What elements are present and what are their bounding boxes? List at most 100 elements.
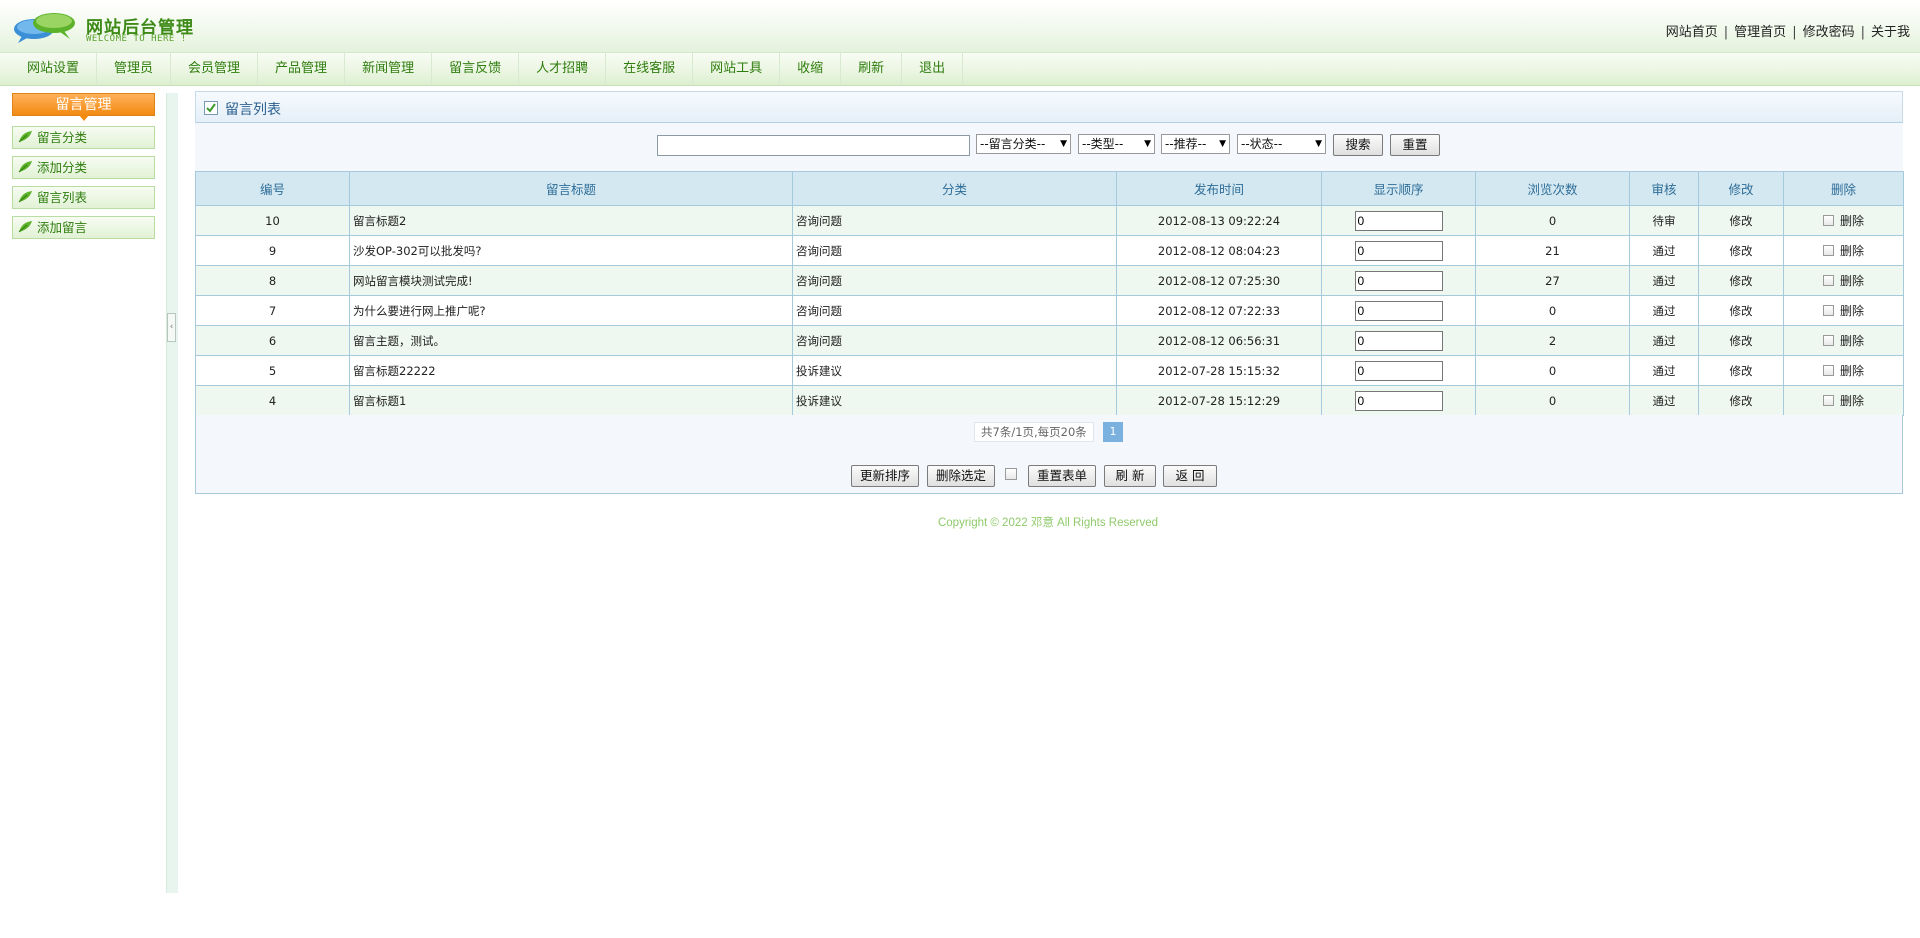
delete-checkbox[interactable] bbox=[1822, 305, 1834, 316]
nav-item-news[interactable]: 新闻管理 bbox=[345, 53, 433, 85]
audit-status-link[interactable]: 通过 bbox=[1629, 295, 1699, 326]
order-input[interactable] bbox=[1354, 330, 1443, 351]
cell-title[interactable]: 留言主题，测试。 bbox=[349, 325, 793, 356]
audit-status-link[interactable]: 通过 bbox=[1629, 325, 1699, 356]
reset-form-button[interactable]: 重置表单 bbox=[1028, 465, 1096, 487]
column-header[interactable]: 发布时间 bbox=[1116, 171, 1322, 206]
order-input[interactable] bbox=[1354, 210, 1443, 231]
link-admin-home[interactable]: 管理首页 bbox=[1734, 25, 1786, 40]
edit-link[interactable]: 修改 bbox=[1698, 265, 1784, 296]
select-all-checkbox[interactable] bbox=[1005, 468, 1017, 480]
nav-item-site-tools[interactable]: 网站工具 bbox=[693, 53, 781, 85]
nav-item-administrators[interactable]: 管理员 bbox=[97, 53, 172, 85]
cell-id: 6 bbox=[195, 325, 350, 356]
search-button[interactable]: 搜索 bbox=[1333, 134, 1383, 156]
sidebar-heading-label: 留言管理 bbox=[55, 97, 112, 113]
sidebar-splitter[interactable] bbox=[166, 93, 178, 893]
separator: | bbox=[1792, 25, 1797, 40]
column-header[interactable]: 显示顺序 bbox=[1321, 171, 1476, 206]
column-header[interactable]: 浏览次数 bbox=[1475, 171, 1630, 206]
cell-title[interactable]: 留言标题22222 bbox=[349, 355, 793, 386]
leaf-icon bbox=[18, 191, 32, 203]
update-order-button[interactable]: 更新排序 bbox=[851, 465, 919, 487]
order-input[interactable] bbox=[1354, 300, 1443, 321]
delete-checkbox[interactable] bbox=[1822, 395, 1834, 406]
order-input[interactable] bbox=[1354, 360, 1443, 381]
nav-item-recruitment[interactable]: 人才招聘 bbox=[519, 53, 607, 85]
link-site-home[interactable]: 网站首页 bbox=[1666, 25, 1718, 40]
nav-item-products[interactable]: 产品管理 bbox=[258, 53, 346, 85]
nav-item-feedback[interactable]: 留言反馈 bbox=[432, 53, 520, 85]
order-input[interactable] bbox=[1354, 240, 1443, 261]
cell-title[interactable]: 沙发OP-302可以批发吗? bbox=[349, 235, 793, 266]
link-about-me[interactable]: 关于我 bbox=[1871, 25, 1910, 40]
type-select[interactable]: --类型-- ▼ bbox=[1078, 134, 1155, 154]
cell-order bbox=[1321, 385, 1476, 416]
delete-selected-button[interactable]: 删除选定 bbox=[927, 465, 995, 487]
delete-checkbox[interactable] bbox=[1822, 245, 1834, 256]
cell-id: 8 bbox=[195, 265, 350, 296]
nav-item-logout[interactable]: 退出 bbox=[902, 53, 964, 85]
sidebar-item-add-category[interactable]: 添加分类 bbox=[12, 156, 155, 179]
page-1-link[interactable]: 1 bbox=[1103, 422, 1123, 442]
search-input[interactable] bbox=[657, 135, 970, 156]
nav-item-collapse[interactable]: 收缩 bbox=[780, 53, 842, 85]
back-button[interactable]: 返 回 bbox=[1163, 465, 1217, 487]
cell-title[interactable]: 为什么要进行网上推广呢? bbox=[349, 295, 793, 326]
edit-link[interactable]: 修改 bbox=[1698, 295, 1784, 326]
nav-item-site-settings[interactable]: 网站设置 bbox=[10, 53, 98, 85]
refresh-button[interactable]: 刷 新 bbox=[1104, 465, 1156, 487]
column-header[interactable]: 删除 bbox=[1783, 171, 1904, 206]
column-header[interactable]: 分类 bbox=[792, 171, 1117, 206]
delete-checkbox[interactable] bbox=[1822, 215, 1834, 226]
list-icon bbox=[204, 101, 218, 115]
status-select-value: --状态-- bbox=[1241, 137, 1283, 151]
audit-status-link[interactable]: 通过 bbox=[1629, 265, 1699, 296]
column-header[interactable]: 留言标题 bbox=[349, 171, 793, 206]
edit-link[interactable]: 修改 bbox=[1698, 355, 1784, 386]
column-header[interactable]: 编号 bbox=[195, 171, 350, 206]
order-input[interactable] bbox=[1354, 270, 1443, 291]
nav-item-online-service[interactable]: 在线客服 bbox=[606, 53, 694, 85]
category-select[interactable]: --留言分类-- ▼ bbox=[976, 134, 1071, 154]
sidebar-heading[interactable]: 留言管理 bbox=[12, 93, 155, 121]
edit-link[interactable]: 修改 bbox=[1698, 385, 1784, 416]
cell-title[interactable]: 留言标题2 bbox=[349, 205, 793, 236]
link-change-password[interactable]: 修改密码 bbox=[1803, 25, 1855, 40]
collapse-sidebar-button[interactable]: ‹ bbox=[167, 313, 176, 342]
cell-views: 27 bbox=[1475, 265, 1630, 296]
sidebar-item-add-message[interactable]: 添加留言 bbox=[12, 216, 155, 239]
nav-item-refresh[interactable]: 刷新 bbox=[841, 53, 903, 85]
nav-item-members[interactable]: 会员管理 bbox=[171, 53, 259, 85]
order-input[interactable] bbox=[1354, 390, 1443, 411]
edit-link[interactable]: 修改 bbox=[1698, 325, 1784, 356]
audit-status-link[interactable]: 通过 bbox=[1629, 355, 1699, 386]
delete-checkbox[interactable] bbox=[1822, 365, 1834, 376]
audit-status-link[interactable]: 待审 bbox=[1629, 205, 1699, 236]
cell-title[interactable]: 网站留言模块测试完成! bbox=[349, 265, 793, 296]
edit-link[interactable]: 修改 bbox=[1698, 205, 1784, 236]
leaf-icon bbox=[18, 221, 32, 233]
delete-checkbox[interactable] bbox=[1822, 275, 1834, 286]
cell-time: 2012-08-12 07:25:30 bbox=[1116, 265, 1322, 296]
separator: | bbox=[1723, 25, 1729, 40]
table-row: 10 留言标题2 咨询问题 2012-08-13 09:22:24 0 待审 修… bbox=[195, 205, 1904, 236]
edit-link[interactable]: 修改 bbox=[1698, 235, 1784, 266]
status-select[interactable]: --状态-- ▼ bbox=[1237, 134, 1326, 154]
sidebar-item-message-list[interactable]: 留言列表 bbox=[12, 186, 155, 209]
cell-title[interactable]: 留言标题1 bbox=[349, 385, 793, 416]
table-row: 7 为什么要进行网上推广呢? 咨询问题 2012-08-12 07:22:33 … bbox=[195, 295, 1904, 326]
audit-status-link[interactable]: 通过 bbox=[1629, 235, 1699, 266]
recommend-select[interactable]: --推荐-- ▼ bbox=[1161, 134, 1230, 154]
audit-status-link[interactable]: 通过 bbox=[1629, 385, 1699, 416]
cell-id: 10 bbox=[195, 205, 350, 236]
delete-checkbox[interactable] bbox=[1822, 335, 1834, 346]
cell-delete: 删除 bbox=[1783, 265, 1904, 296]
column-header[interactable]: 修改 bbox=[1698, 171, 1784, 206]
cell-id: 5 bbox=[195, 355, 350, 386]
copyright: Copyright © 2022 邓意 All Rights Reserved bbox=[937, 517, 1159, 529]
sidebar-item-message-categories[interactable]: 留言分类 bbox=[12, 126, 155, 149]
cell-views: 0 bbox=[1475, 295, 1630, 326]
reset-button[interactable]: 重置 bbox=[1390, 134, 1440, 156]
column-header[interactable]: 审核 bbox=[1629, 171, 1699, 206]
